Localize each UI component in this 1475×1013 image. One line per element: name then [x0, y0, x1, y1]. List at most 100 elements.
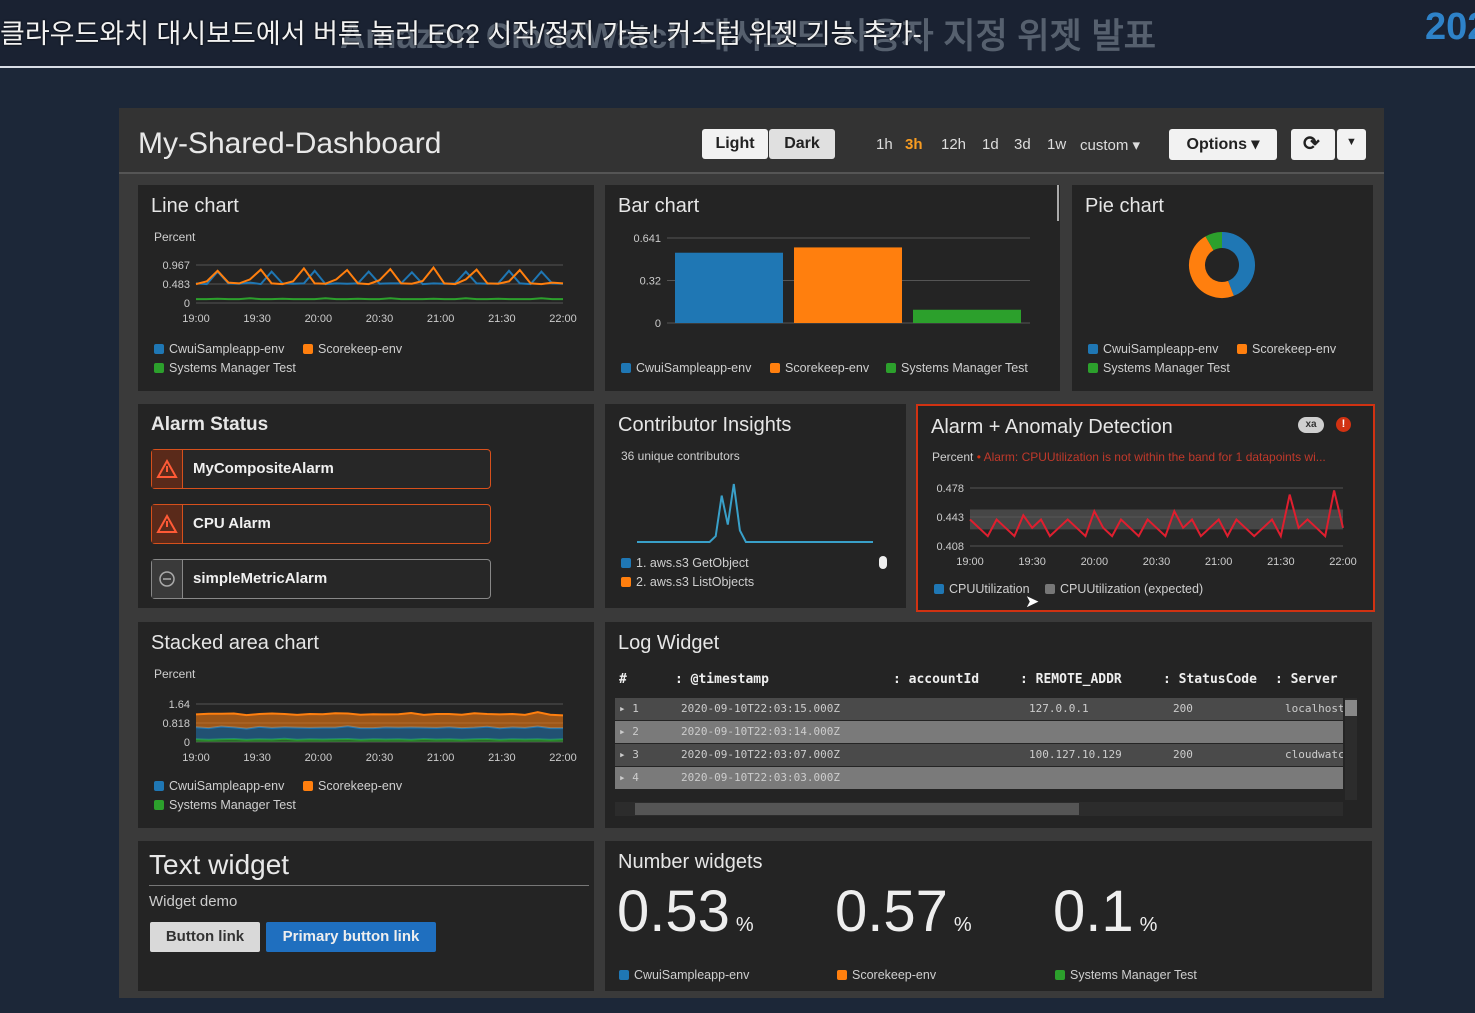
x-tick-label: 21:00 — [1205, 556, 1233, 568]
refresh-button[interactable]: ⟳ — [1291, 129, 1335, 160]
custom-range-dropdown[interactable]: custom ▾ — [1080, 136, 1140, 154]
x-tick-label: 22:00 — [549, 313, 577, 325]
column-header[interactable]: # — [619, 672, 627, 687]
y-tick-label: 0.478 — [936, 483, 964, 495]
legend-item[interactable]: CwuiSampleapp-env — [1088, 342, 1218, 356]
theme-light-button[interactable]: Light — [702, 129, 768, 159]
legend-item[interactable]: 2. aws.s3 ListObjects — [621, 575, 754, 589]
legend-item[interactable]: Scorekeep-env — [303, 342, 402, 356]
horizontal-scrollbar[interactable] — [615, 802, 1343, 816]
unit-label: Percent — [154, 230, 196, 244]
text-widget[interactable]: Text widget Widget demo Button link Prim… — [138, 841, 594, 991]
log-row[interactable]: ▸ 2 2020-09-10T22:03:14.000Z — [615, 721, 1343, 743]
log-cell-code: 200 — [1173, 748, 1193, 761]
widget-title: Alarm Status — [151, 414, 269, 435]
alarm-name: CPU Alarm — [193, 515, 271, 532]
column-header[interactable]: : @timestamp — [675, 672, 769, 687]
column-header[interactable]: : REMOTE_ADDR — [1020, 672, 1122, 687]
bar-chart-widget[interactable]: Bar chart 0.641 0.32 0 CwuiSampleapp-env S… — [605, 185, 1060, 391]
primary-button-link[interactable]: Primary button link — [266, 922, 436, 952]
log-cell-n: ▸ 2 — [619, 725, 639, 738]
contributor-insights-widget[interactable]: Contributor Insights 36 unique contribut… — [605, 404, 906, 608]
contributor-chart — [637, 483, 873, 543]
time-range-1h[interactable]: 1h — [876, 136, 893, 153]
legend-item[interactable]: Systems Manager Test — [154, 798, 296, 812]
time-range-12h[interactable]: 12h — [941, 136, 966, 153]
anomaly-detection-widget[interactable]: Alarm + Anomaly Detection xa ! Percent •… — [916, 404, 1375, 612]
column-header[interactable]: : accountId — [893, 672, 979, 687]
log-widget[interactable]: Log Widget # : @timestamp : accountId : … — [605, 622, 1372, 828]
column-header[interactable]: : StatusCode — [1163, 672, 1257, 687]
y-tick-label: 0.641 — [633, 233, 661, 245]
legend-item[interactable]: Scorekeep-env — [1237, 342, 1336, 356]
alarm-message: Alarm: CPUUtilization is not within the … — [983, 450, 1326, 464]
x-tick-label: 19:30 — [243, 313, 271, 325]
corner-text: 202 — [1425, 6, 1475, 48]
pie-chart-widget[interactable]: Pie chart CwuiSampleapp-env Scorekeep-en… — [1072, 185, 1373, 391]
button-link[interactable]: Button link — [150, 922, 260, 952]
log-row[interactable]: ▸ 3 2020-09-10T22:03:07.000Z 100.127.10.12… — [615, 744, 1343, 766]
log-row[interactable]: ▸ 4 2020-09-10T22:03:03.000Z — [615, 767, 1343, 789]
refresh-dropdown-button[interactable]: ▼ — [1337, 129, 1366, 160]
anomaly-chart: 0.478 0.443 0.408 19:00 19:30 20:00 20:30 21:00… — [936, 483, 1357, 568]
legend-item[interactable]: CPUUtilization (expected) — [1045, 582, 1203, 596]
widget-title: Contributor Insights — [618, 414, 792, 436]
widget-title: Number widgets — [618, 851, 763, 873]
y-tick-label: 1.64 — [169, 699, 190, 711]
video-subtitle: 클라우드와치 대시보드에서 버튼 눌러 EC2 시작/정지 가능! 커스텀 위젯… — [0, 19, 922, 49]
x-tick-label: 21:00 — [427, 752, 455, 764]
log-cell-addr: 100.127.10.129 — [1029, 748, 1122, 761]
time-range-3d[interactable]: 3d — [1014, 136, 1031, 153]
dashboard: My-Shared-Dashboard Light Dark 1h 3h 12h 1d… — [119, 108, 1384, 998]
warning-icon — [152, 450, 183, 488]
y-tick-label: 0.408 — [936, 541, 964, 553]
theme-dark-button[interactable]: Dark — [769, 129, 835, 159]
y-tick-label: 0 — [655, 318, 661, 330]
alarm-item[interactable]: MyCompositeAlarm — [151, 449, 491, 489]
x-tick-label: 19:00 — [956, 556, 984, 568]
y-tick-label: 0.967 — [162, 260, 190, 272]
resize-handle[interactable] — [1057, 185, 1059, 221]
x-tick-label: 22:00 — [1329, 556, 1357, 568]
legend-scrollbar[interactable] — [879, 556, 887, 569]
x-tick-label: 20:00 — [305, 313, 333, 325]
refresh-icon: ⟳ — [1303, 133, 1320, 155]
options-button[interactable]: Options ▾ — [1169, 129, 1277, 160]
widget-body-text: Widget demo — [149, 893, 238, 910]
y-tick-label: 0 — [184, 737, 190, 749]
mouse-cursor-icon: ➤ — [1025, 592, 1040, 611]
y-tick-label: 0.32 — [640, 276, 661, 288]
stacked-area-widget[interactable]: Stacked area chart Percent 1.64 0.818 0 19:… — [138, 622, 594, 828]
legend-item[interactable]: CwuiSampleapp-env — [621, 361, 751, 375]
number-widget[interactable]: Number widgets 0.53% 0.57% 0.1% CwuiSamp… — [605, 841, 1372, 991]
log-cell-ts: 2020-09-10T22:03:15.000Z — [681, 702, 840, 715]
legend-item[interactable]: Systems Manager Test — [886, 361, 1028, 375]
line-chart-widget[interactable]: Line chart Percent 0.967 0.483 0 19:00 19:30… — [138, 185, 594, 391]
column-header[interactable]: : Server — [1275, 672, 1338, 687]
time-range-3h[interactable]: 3h — [905, 136, 923, 153]
bar — [913, 309, 1021, 323]
legend-item[interactable]: Systems Manager Test — [154, 361, 296, 375]
alarm-badge[interactable]: xa — [1298, 417, 1324, 433]
x-tick-label: 19:00 — [182, 313, 210, 325]
log-cell-ts: 2020-09-10T22:03:14.000Z — [681, 725, 840, 738]
log-row[interactable]: ▸ 1 2020-09-10T22:03:15.000Z 127.0.0.1 200 l… — [615, 698, 1343, 720]
legend-item[interactable]: CwuiSampleapp-env — [154, 779, 284, 793]
slide-header: Amazon CloudWatch 대시보드 사용자 지정 위젯 발표 클라우드… — [0, 0, 1475, 68]
x-tick-label: 20:30 — [1143, 556, 1171, 568]
legend-item[interactable]: Scorekeep-env — [770, 361, 869, 375]
legend-item[interactable]: CwuiSampleapp-env — [154, 342, 284, 356]
alarm-status-widget[interactable]: Alarm Status MyCompositeAlarm CPU Alarm … — [138, 404, 594, 608]
alarm-item[interactable]: CPU Alarm — [151, 504, 491, 544]
legend-item[interactable]: Scorekeep-env — [303, 779, 402, 793]
y-tick-label: 0.443 — [936, 512, 964, 524]
time-range-1w[interactable]: 1w — [1047, 136, 1066, 153]
legend-item[interactable]: Systems Manager Test — [1088, 361, 1230, 375]
vertical-scrollbar[interactable] — [1345, 698, 1357, 800]
time-range-1d[interactable]: 1d — [982, 136, 999, 153]
alert-icon: ! — [1336, 417, 1351, 432]
alarm-item[interactable]: simpleMetricAlarm — [151, 559, 491, 599]
legend-item[interactable]: CPUUtilization — [934, 582, 1030, 596]
x-tick-label: 20:30 — [366, 752, 394, 764]
legend-item[interactable]: 1. aws.s3 GetObject — [621, 556, 749, 570]
